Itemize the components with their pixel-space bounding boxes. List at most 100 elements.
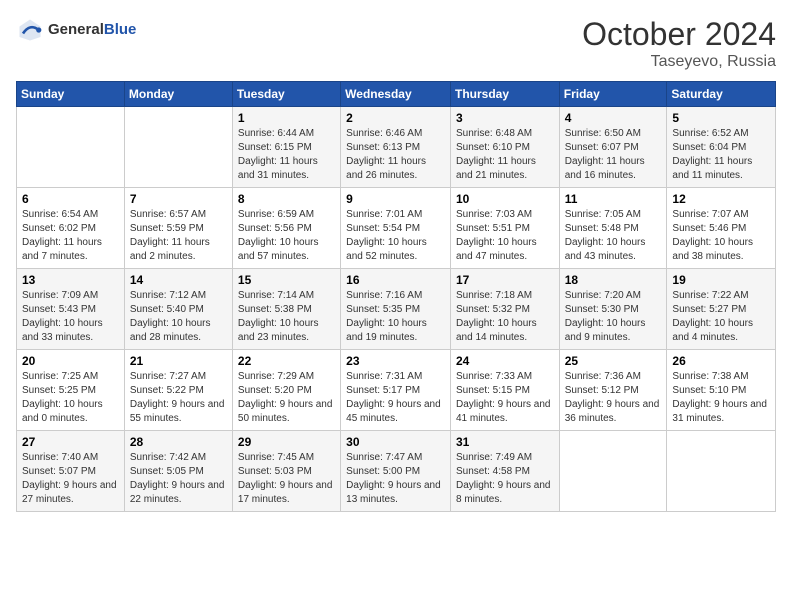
calendar-cell: 7 Sunrise: 6:57 AM Sunset: 5:59 PM Daylig… (124, 188, 232, 269)
calendar-cell: 6Sunrise: 6:54 AM Sunset: 6:02 PM Daylig… (17, 188, 125, 269)
day-info: Sunrise: 7:20 AM Sunset: 5:30 PM Dayligh… (565, 289, 662, 345)
day-info: Sunrise: 7:22 AM Sunset: 5:27 PM Dayligh… (672, 289, 770, 345)
calendar-cell: 10 Sunrise: 7:03 AM Sunset: 5:51 PM Dayli… (450, 188, 559, 269)
day-number: 1 (238, 111, 335, 125)
day-number: 13 (22, 273, 119, 287)
day-info: Sunrise: 6:52 AM Sunset: 6:04 PM Dayligh… (672, 127, 770, 183)
logo: GeneralBlue (16, 16, 136, 44)
title-area: October 2024 Taseyevo, Russia (582, 16, 776, 71)
day-number: 18 (565, 273, 662, 287)
day-number: 7 (130, 192, 227, 206)
calendar-cell: 12 Sunrise: 7:07 AM Sunset: 5:46 PM Dayli… (667, 188, 776, 269)
day-info: Sunrise: 7:01 AM Sunset: 5:54 PM Dayligh… (346, 208, 445, 264)
day-info: Sunrise: 7:38 AM Sunset: 5:10 PM Dayligh… (672, 370, 770, 426)
day-number: 24 (456, 354, 554, 368)
calendar-cell: 24 Sunrise: 7:33 AM Sunset: 5:15 PM Dayli… (450, 350, 559, 431)
header: GeneralBlue October 2024 Taseyevo, Russi… (16, 16, 776, 71)
calendar-cell (559, 431, 667, 512)
calendar-cell: 18 Sunrise: 7:20 AM Sunset: 5:30 PM Dayli… (559, 269, 667, 350)
calendar-cell: 28 Sunrise: 7:42 AM Sunset: 5:05 PM Dayli… (124, 431, 232, 512)
day-number: 12 (672, 192, 770, 206)
day-info: Sunrise: 6:46 AM Sunset: 6:13 PM Dayligh… (346, 127, 445, 183)
calendar-cell (667, 431, 776, 512)
logo-icon (16, 16, 44, 44)
day-number: 23 (346, 354, 445, 368)
calendar-week-row: 6Sunrise: 6:54 AM Sunset: 6:02 PM Daylig… (17, 188, 776, 269)
calendar-cell (124, 107, 232, 188)
day-number: 22 (238, 354, 335, 368)
day-info: Sunrise: 7:05 AM Sunset: 5:48 PM Dayligh… (565, 208, 662, 264)
day-number: 6 (22, 192, 119, 206)
calendar-cell: 26 Sunrise: 7:38 AM Sunset: 5:10 PM Dayli… (667, 350, 776, 431)
calendar-cell: 17Sunrise: 7:18 AM Sunset: 5:32 PM Dayli… (450, 269, 559, 350)
day-info: Sunrise: 7:14 AM Sunset: 5:38 PM Dayligh… (238, 289, 335, 345)
day-number: 27 (22, 435, 119, 449)
day-number: 8 (238, 192, 335, 206)
calendar-cell: 19 Sunrise: 7:22 AM Sunset: 5:27 PM Dayli… (667, 269, 776, 350)
weekday-header: Friday (559, 82, 667, 107)
day-number: 28 (130, 435, 227, 449)
calendar-cell: 22 Sunrise: 7:29 AM Sunset: 5:20 PM Dayli… (232, 350, 340, 431)
day-number: 16 (346, 273, 445, 287)
day-info: Sunrise: 7:45 AM Sunset: 5:03 PM Dayligh… (238, 451, 335, 507)
day-number: 29 (238, 435, 335, 449)
day-number: 31 (456, 435, 554, 449)
day-info: Sunrise: 7:31 AM Sunset: 5:17 PM Dayligh… (346, 370, 445, 426)
day-info: Sunrise: 7:29 AM Sunset: 5:20 PM Dayligh… (238, 370, 335, 426)
calendar-cell: 2 Sunrise: 6:46 AM Sunset: 6:13 PM Daylig… (341, 107, 451, 188)
day-number: 21 (130, 354, 227, 368)
calendar-cell: 15 Sunrise: 7:14 AM Sunset: 5:38 PM Dayli… (232, 269, 340, 350)
day-info: Sunrise: 7:36 AM Sunset: 5:12 PM Dayligh… (565, 370, 662, 426)
calendar-week-row: 27 Sunrise: 7:40 AM Sunset: 5:07 PM Dayli… (17, 431, 776, 512)
calendar-cell: 21Sunrise: 7:27 AM Sunset: 5:22 PM Dayli… (124, 350, 232, 431)
day-info: Sunrise: 7:18 AM Sunset: 5:32 PM Dayligh… (456, 289, 554, 345)
weekday-header: Tuesday (232, 82, 340, 107)
day-info: Sunrise: 6:57 AM Sunset: 5:59 PM Dayligh… (130, 208, 227, 264)
day-number: 30 (346, 435, 445, 449)
day-number: 10 (456, 192, 554, 206)
day-info: Sunrise: 7:03 AM Sunset: 5:51 PM Dayligh… (456, 208, 554, 264)
day-number: 5 (672, 111, 770, 125)
calendar-body: 1Sunrise: 6:44 AM Sunset: 6:15 PM Daylig… (17, 107, 776, 512)
day-info: Sunrise: 7:40 AM Sunset: 5:07 PM Dayligh… (22, 451, 119, 507)
calendar-week-row: 13Sunrise: 7:09 AM Sunset: 5:43 PM Dayli… (17, 269, 776, 350)
weekday-header: Saturday (667, 82, 776, 107)
logo-text: GeneralBlue (48, 21, 136, 39)
day-number: 15 (238, 273, 335, 287)
calendar-week-row: 20Sunrise: 7:25 AM Sunset: 5:25 PM Dayli… (17, 350, 776, 431)
calendar-cell (17, 107, 125, 188)
day-number: 11 (565, 192, 662, 206)
day-number: 19 (672, 273, 770, 287)
day-info: Sunrise: 6:50 AM Sunset: 6:07 PM Dayligh… (565, 127, 662, 183)
day-info: Sunrise: 7:25 AM Sunset: 5:25 PM Dayligh… (22, 370, 119, 426)
calendar-cell: 8Sunrise: 6:59 AM Sunset: 5:56 PM Daylig… (232, 188, 340, 269)
calendar-cell: 27 Sunrise: 7:40 AM Sunset: 5:07 PM Dayli… (17, 431, 125, 512)
weekday-header: Sunday (17, 82, 125, 107)
calendar-cell: 30 Sunrise: 7:47 AM Sunset: 5:00 PM Dayli… (341, 431, 451, 512)
day-number: 3 (456, 111, 554, 125)
day-info: Sunrise: 7:47 AM Sunset: 5:00 PM Dayligh… (346, 451, 445, 507)
weekday-header: Monday (124, 82, 232, 107)
day-info: Sunrise: 7:12 AM Sunset: 5:40 PM Dayligh… (130, 289, 227, 345)
calendar-cell: 5 Sunrise: 6:52 AM Sunset: 6:04 PM Daylig… (667, 107, 776, 188)
day-number: 14 (130, 273, 227, 287)
calendar-cell: 11 Sunrise: 7:05 AM Sunset: 5:48 PM Dayli… (559, 188, 667, 269)
day-info: Sunrise: 7:07 AM Sunset: 5:46 PM Dayligh… (672, 208, 770, 264)
calendar-cell: 1Sunrise: 6:44 AM Sunset: 6:15 PM Daylig… (232, 107, 340, 188)
day-number: 4 (565, 111, 662, 125)
calendar-cell: 14 Sunrise: 7:12 AM Sunset: 5:40 PM Dayli… (124, 269, 232, 350)
day-info: Sunrise: 7:42 AM Sunset: 5:05 PM Dayligh… (130, 451, 227, 507)
day-info: Sunrise: 7:33 AM Sunset: 5:15 PM Dayligh… (456, 370, 554, 426)
calendar-cell: 20Sunrise: 7:25 AM Sunset: 5:25 PM Dayli… (17, 350, 125, 431)
calendar-table: SundayMondayTuesdayWednesdayThursdayFrid… (16, 81, 776, 512)
calendar-cell: 9Sunrise: 7:01 AM Sunset: 5:54 PM Daylig… (341, 188, 451, 269)
day-info: Sunrise: 7:16 AM Sunset: 5:35 PM Dayligh… (346, 289, 445, 345)
calendar-cell: 31Sunrise: 7:49 AM Sunset: 4:58 PM Dayli… (450, 431, 559, 512)
calendar-cell: 3Sunrise: 6:48 AM Sunset: 6:10 PM Daylig… (450, 107, 559, 188)
day-number: 2 (346, 111, 445, 125)
calendar-cell: 13Sunrise: 7:09 AM Sunset: 5:43 PM Dayli… (17, 269, 125, 350)
calendar-cell: 23 Sunrise: 7:31 AM Sunset: 5:17 PM Dayli… (341, 350, 451, 431)
calendar-cell: 25Sunrise: 7:36 AM Sunset: 5:12 PM Dayli… (559, 350, 667, 431)
day-number: 26 (672, 354, 770, 368)
weekday-header: Thursday (450, 82, 559, 107)
